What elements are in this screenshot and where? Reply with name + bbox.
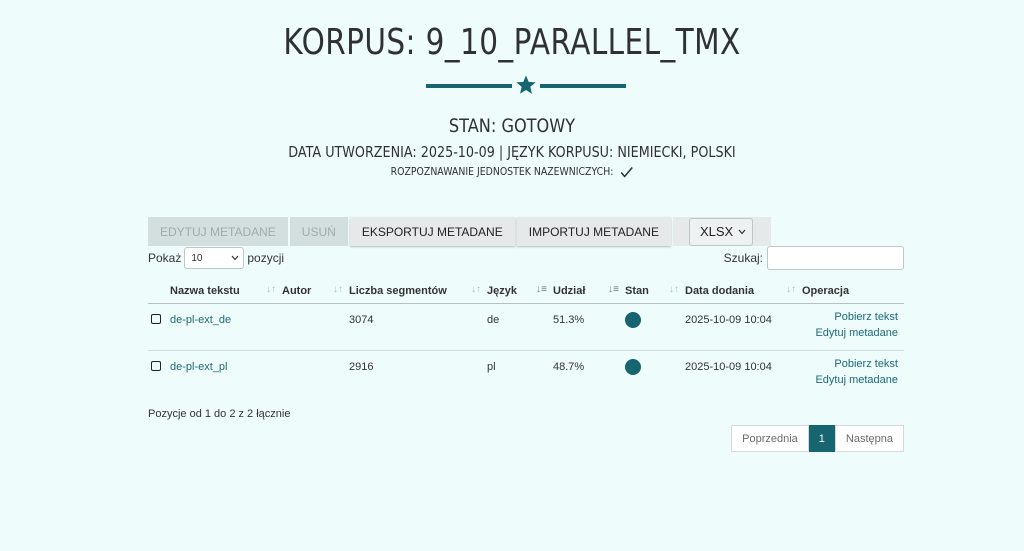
ner-label: ROZPOZNAWANIE JEDNOSTEK NAZEWNICZYCH: — [390, 165, 614, 178]
column-header-author[interactable]: Autor ↓↑ — [282, 279, 349, 304]
table-row: de-pl-ext_de 3074 de 51.3% 2025-10-09 10… — [148, 303, 904, 351]
pagination: Poprzednia 1 Następna — [731, 425, 904, 452]
download-text-link[interactable]: Pobierz tekst — [802, 356, 898, 372]
sort-icon: ↓↑ — [669, 284, 679, 295]
show-suffix: pozycji — [247, 251, 285, 265]
sort-icon: ↓↑ — [266, 284, 276, 295]
author-cell — [282, 351, 349, 398]
import-metadata-button[interactable]: IMPORTUJ METADANE — [516, 217, 671, 246]
page-length-select[interactable]: 10 — [184, 247, 245, 269]
language-cell: de — [487, 303, 553, 351]
delete-button[interactable]: USUŃ — [289, 217, 348, 246]
segments-cell: 3074 — [349, 303, 487, 351]
edit-metadata-link[interactable]: Edytuj metadane — [802, 325, 898, 341]
corpus-meta: DATA UTWORZENIA: 2025-10-09 | JĘZYK KORP… — [288, 143, 736, 161]
select-column-header — [148, 279, 170, 304]
page-length-control: Pokaż 10 pozycji — [148, 247, 284, 269]
sort-icon: ↓↑ — [786, 284, 796, 295]
search-control: Szukaj: — [724, 246, 904, 270]
next-page-button[interactable]: Następna — [834, 425, 904, 452]
search-input[interactable] — [767, 246, 904, 270]
show-prefix: Pokaż — [148, 251, 182, 265]
column-header-operation: Operacja — [802, 279, 904, 304]
search-label: Szukaj: — [723, 251, 763, 265]
row-checkbox[interactable] — [151, 314, 161, 324]
row-checkbox[interactable] — [151, 361, 161, 371]
table-row: de-pl-ext_pl 2916 pl 48.7% 2025-10-09 10… — [148, 351, 904, 398]
export-metadata-button[interactable]: EKSPORTUJ METADANE — [349, 217, 515, 246]
page-1-button[interactable]: 1 — [808, 425, 835, 452]
check-icon — [620, 166, 633, 178]
ner-status: ROZPOZNAWANIE JEDNOSTEK NAZEWNICZYCH: — [77, 165, 947, 178]
column-header-language[interactable]: Język ↓≡ — [487, 279, 553, 304]
format-select-wrap: XLSX — [672, 217, 771, 246]
status-dot-icon — [625, 312, 641, 328]
sort-icon: ↓↑ — [333, 284, 343, 295]
title-divider — [426, 74, 626, 98]
column-header-date[interactable]: Data dodania ↓↑ — [685, 279, 802, 304]
column-header-share[interactable]: Udział ↓≡ — [553, 279, 625, 304]
author-cell — [282, 303, 349, 351]
texts-table: Nazwa tekstu ↓↑ Autor ↓↑ Liczba segmentów ↓… — [148, 279, 904, 397]
format-select[interactable]: XLSX — [688, 217, 753, 246]
status-dot-icon — [625, 359, 641, 375]
page-title: KORPUS: 9_10_PARALLEL_TMX — [283, 22, 741, 63]
edit-metadata-button[interactable]: EDYTUJ METADANE — [148, 217, 288, 246]
corpus-state: STAN: GOTOWY — [448, 115, 576, 137]
segments-cell: 2916 — [349, 361, 374, 373]
sort-icon: ↓↑ — [471, 284, 481, 295]
download-text-link[interactable]: Pobierz tekst — [802, 309, 898, 325]
sort-asc-icon: ↓≡ — [536, 284, 547, 295]
share-cell: 51.3% — [553, 303, 625, 351]
format-select-value: XLSX — [699, 224, 734, 239]
date-cell: 2025-10-09 10:04 — [685, 361, 772, 373]
star-icon — [516, 75, 536, 94]
date-cell: 2025-10-09 10:04 — [685, 303, 802, 351]
column-header-segments[interactable]: Liczba segmentów ↓↑ — [349, 279, 487, 304]
edit-metadata-link[interactable]: Edytuj metadane — [802, 372, 898, 388]
sort-desc-icon: ↓≡ — [608, 284, 619, 295]
page-length-value: 10 — [191, 252, 203, 264]
text-name-link[interactable]: de-pl-ext_pl — [170, 361, 227, 373]
chevron-down-icon — [231, 255, 239, 261]
toolbar: EDYTUJ METADANE USUŃ EKSPORTUJ METADANE … — [148, 217, 771, 246]
share-cell: 48.7% — [553, 361, 585, 373]
chevron-down-icon — [738, 229, 746, 234]
language-cell: pl — [487, 361, 496, 373]
table-info: Pozycje od 1 do 2 z 2 łącznie — [148, 408, 291, 420]
text-name-link[interactable]: de-pl-ext_de — [170, 314, 231, 326]
column-header-state[interactable]: Stan ↓↑ — [625, 279, 685, 304]
previous-page-button[interactable]: Poprzednia — [731, 425, 809, 452]
column-header-name[interactable]: Nazwa tekstu ↓↑ — [170, 279, 282, 304]
